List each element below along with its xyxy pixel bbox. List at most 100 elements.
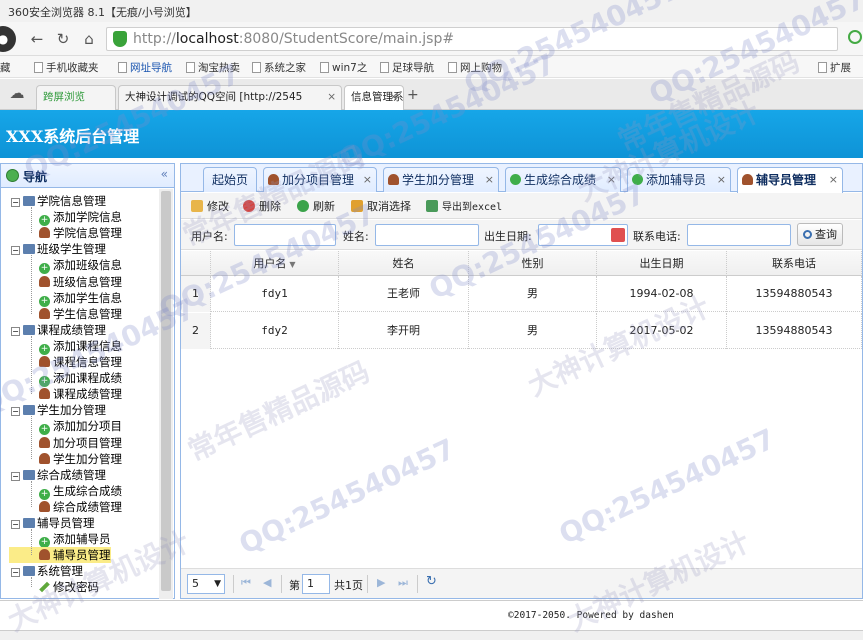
nav-item[interactable]: + 添加加分项目 [39,418,122,436]
delete-button[interactable]: 删除 [243,198,281,214]
bookmark-item[interactable]: win7之 [320,60,367,75]
nav-scrollbar[interactable] [159,189,173,599]
collapse-toggle-icon[interactable]: − [11,568,20,578]
bookmark-item[interactable]: 手机收藏夹 [34,60,99,75]
tab-add-counselor[interactable]: 添加辅导员 × [627,167,731,192]
nav-item[interactable]: 综合成绩管理 [39,499,122,515]
shield-icon [113,31,127,47]
nav-item[interactable]: 修改密码 [39,579,99,595]
bookmark-item[interactable]: 系统之家 [252,60,306,75]
column-header[interactable]: 姓名 [339,251,469,276]
nav-item[interactable]: + 添加辅导员 [39,531,111,549]
nav-item[interactable]: 辅导员管理 [9,547,111,564]
nav-item[interactable]: + 添加课程成绩 [39,370,122,388]
cloud-icon[interactable]: ☁ [6,83,28,103]
collapse-toggle-icon[interactable]: − [11,246,20,256]
first-page-icon[interactable]: ⏮ [241,576,251,590]
nav-item[interactable]: + 添加学院信息 [39,209,122,227]
bookmark-item[interactable]: 足球导航 [380,60,434,75]
collapse-toggle-icon[interactable]: − [11,326,20,336]
extension-icon[interactable] [848,30,862,44]
home-icon[interactable]: ⌂ [78,29,100,49]
column-header[interactable]: 用户名 ▼ [211,251,339,276]
nav-item[interactable]: 班级信息管理 [39,274,122,290]
refresh-button[interactable]: 刷新 [297,198,335,214]
edit-button[interactable]: 修改 [191,198,229,214]
nav-item[interactable]: + 添加课程信息 [39,338,122,355]
close-icon[interactable]: × [485,168,494,192]
page-size-select[interactable]: 5 ▼ [187,574,225,594]
phone-icon [34,62,43,73]
column-header[interactable]: 联系电话 [727,251,862,276]
table-row[interactable]: 2 fdy2 李开明 男 2017-05-02 13594880543 [181,313,862,349]
browser-tab-active[interactable]: 信息管理系统× [344,85,404,110]
query-button[interactable]: 查询 [797,223,843,246]
nav-group[interactable]: − 学院信息管理 [11,193,106,209]
nav-item[interactable]: 课程成绩管理 [39,386,122,402]
browser-tab[interactable]: 跨屏浏览 [36,85,116,110]
prev-page-icon[interactable]: ◀ [263,576,271,589]
nav-group[interactable]: − 系统管理 [11,563,83,579]
export-button[interactable]: 导出到excel [426,198,502,213]
nav-item[interactable]: 课程信息管理 [39,354,122,370]
tree-connector [31,416,32,459]
nav-group[interactable]: − 学生加分管理 [11,402,106,418]
nav-item[interactable]: 学生加分管理 [39,451,122,467]
last-page-icon[interactable]: ⏭ [398,576,408,590]
reload-page-icon[interactable]: ↻ [426,574,437,589]
close-icon[interactable]: × [607,168,616,192]
scroll-thumb[interactable] [161,191,171,591]
close-icon[interactable]: × [327,86,336,108]
column-header[interactable]: 性别 [469,251,597,276]
pagination: 5 ▼ ⏮ ◀ 第 1 共1页 ▶ ⏭ ↻ [181,568,862,598]
collapse-toggle-icon[interactable]: − [11,198,20,207]
sort-icon: ▼ [289,260,296,269]
bookmark-item[interactable]: 藏 [0,60,11,75]
table-row[interactable]: 1 fdy1 王老师 男 1994-02-08 13594880543 [181,276,862,312]
close-icon[interactable]: × [389,86,398,108]
tab-generate-score[interactable]: 生成综合成绩 × [505,167,621,192]
cancel-select-button[interactable]: 取消选择 [351,198,411,214]
extensions-button[interactable]: 扩展 [818,60,851,75]
nav-item[interactable]: + 生成综合成绩 [39,483,122,500]
tab-bonus-items[interactable]: 加分项目管理 × [263,167,377,192]
nav-item[interactable]: 学生信息管理 [39,306,122,322]
calendar-icon[interactable] [611,228,625,242]
url-input[interactable]: http://localhost:8080/StudentScore/main.… [106,27,838,51]
nav-group[interactable]: − 课程成绩管理 [11,322,106,338]
tab-counselor-manage[interactable]: 辅导员管理 × [737,167,843,193]
bookmark-item[interactable]: 淘宝热卖 [186,60,240,75]
column-header[interactable]: 出生日期 [597,251,727,276]
bookmark-item[interactable]: 网址导航 [118,60,172,75]
tab-student-bonus[interactable]: 学生加分管理 × [383,167,499,192]
collapse-icon[interactable]: « [161,167,168,181]
nav-item[interactable]: 加分项目管理 [39,435,122,451]
new-tab-icon[interactable]: + [407,87,419,103]
browser-tab[interactable]: 大神设计调试的QQ空间 [http://2545 × [118,85,342,110]
collapse-toggle-icon[interactable]: − [11,407,20,417]
tab-home[interactable]: 起始页 [203,167,257,192]
nav-group[interactable]: − 综合成绩管理 [11,467,106,483]
page-number-input[interactable]: 1 [302,574,330,594]
back-icon[interactable]: ← [26,29,48,49]
cell-username: fdy2 [211,313,339,349]
bookmark-item[interactable]: 网上购物 [448,60,502,75]
collapse-toggle-icon[interactable]: − [11,520,20,529]
username-input[interactable] [234,224,336,246]
close-icon[interactable]: × [717,168,726,192]
birthday-input[interactable] [538,224,628,246]
nav-item[interactable]: 学院信息管理 [39,225,122,241]
reload-icon[interactable]: ↻ [52,29,74,49]
nav-group[interactable]: − 班级学生管理 [11,241,106,257]
folder-icon [23,566,35,577]
cell-username: fdy1 [211,276,339,312]
nav-item[interactable]: + 添加班级信息 [39,257,122,275]
collapse-toggle-icon[interactable]: − [11,471,20,481]
close-icon[interactable]: × [829,168,838,192]
phone-input[interactable] [687,224,791,246]
close-icon[interactable]: × [363,168,372,192]
nav-group[interactable]: − 辅导员管理 [11,515,95,531]
next-page-icon[interactable]: ▶ [377,576,385,589]
nav-item[interactable]: + 添加学生信息 [39,290,122,307]
name-input[interactable] [375,224,479,246]
